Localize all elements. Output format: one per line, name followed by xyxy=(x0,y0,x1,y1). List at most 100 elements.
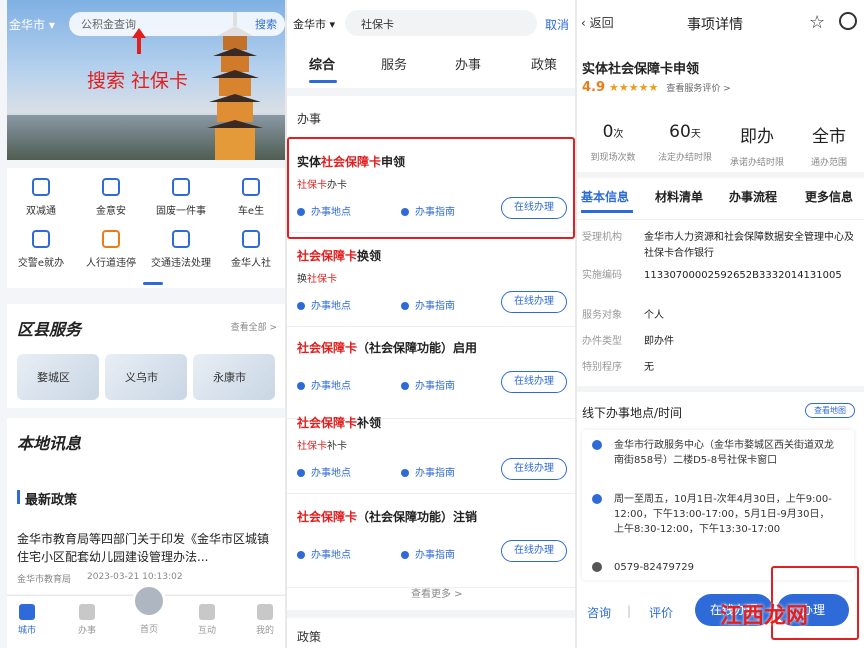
star-icon[interactable]: ☆ xyxy=(809,12,825,33)
location-link[interactable]: 办事地点 xyxy=(297,377,351,392)
service-icon xyxy=(32,230,50,248)
chat-icon xyxy=(199,604,215,620)
result-subtitle: 换社保卡 xyxy=(297,270,337,285)
tab-label: 我的 xyxy=(255,626,274,636)
city-label: 金华市 xyxy=(293,18,326,31)
tab-mine[interactable]: 我的 xyxy=(245,604,285,636)
search-placeholder: 公积金查询 xyxy=(81,18,136,31)
link-label: 办事地点 xyxy=(311,301,351,312)
location-link[interactable]: 办事地点 xyxy=(297,297,351,312)
news-source: 金华市教育局 xyxy=(17,575,72,585)
grid-item[interactable]: 交通违法处理 xyxy=(147,230,215,269)
grid-item[interactable]: 人行道违停 xyxy=(81,230,141,269)
result-title: 社会保障卡换领 xyxy=(297,247,381,264)
page-title: 事项详情 xyxy=(687,17,743,33)
grid-label: 交通违法处理 xyxy=(151,258,211,269)
service-icon xyxy=(172,178,190,196)
link-label: 办事指南 xyxy=(415,468,455,479)
stat-item: 60天 法定办结时限 xyxy=(649,122,721,163)
location-link[interactable]: 办事地点 xyxy=(297,546,351,561)
policy-title: 最新政策 xyxy=(25,493,78,508)
district-card[interactable]: 永康市 xyxy=(193,354,275,400)
online-handle-button[interactable]: 在线办理 xyxy=(501,540,567,562)
tab-service[interactable]: 服务 xyxy=(381,54,407,73)
grid-item[interactable]: 金华人社 xyxy=(221,230,281,269)
tab-materials[interactable]: 材料清单 xyxy=(655,188,703,205)
eval-link[interactable]: 查看服务评价 > xyxy=(666,84,730,94)
grid-label: 双减通 xyxy=(26,206,56,217)
back-button[interactable]: ‹ 返回 xyxy=(581,14,614,31)
red-arrow-icon xyxy=(132,28,146,54)
consult-button[interactable]: 咨询 xyxy=(587,604,611,621)
district-label: 永康市 xyxy=(213,371,246,384)
title-post: 补领 xyxy=(357,416,382,430)
tab-more[interactable]: 更多信息 xyxy=(805,188,853,205)
tab-handle[interactable]: 办事 xyxy=(455,54,481,73)
link-label: 办事地点 xyxy=(311,468,351,479)
stat-unit: 次 xyxy=(613,129,624,140)
home-icon[interactable] xyxy=(132,584,166,618)
share-icon[interactable] xyxy=(839,12,857,30)
top-bar: 金华市 ▾ 公积金查询 搜索 xyxy=(7,12,285,36)
tab-home[interactable]: 首页 xyxy=(129,622,169,635)
online-handle-button[interactable]: 在线办理 xyxy=(501,291,567,313)
guide-icon xyxy=(401,302,409,310)
spacer xyxy=(577,386,864,392)
tab-handle[interactable]: 办事 xyxy=(67,604,107,636)
city-selector[interactable]: 金华市 ▾ xyxy=(7,16,63,33)
stat-number: 全市 xyxy=(812,127,846,147)
location-link[interactable]: 办事地点 xyxy=(297,464,351,479)
result-title: 社会保障卡补领 xyxy=(297,414,381,431)
view-map-button[interactable]: 查看地图 xyxy=(805,403,855,418)
grid-item[interactable]: 双减通 xyxy=(11,178,71,217)
search-input[interactable]: 社保卡 xyxy=(345,10,537,36)
news-headline[interactable]: 金华市教育局等四部门关于印发《金华市区城镇住宅小区配套幼儿园建设管理办法... xyxy=(17,530,272,566)
title-highlight: 社会保障卡 xyxy=(297,249,358,263)
guide-icon xyxy=(401,382,409,390)
info-value: 11330700002592652B3332014131005 xyxy=(644,270,842,281)
tab-all[interactable]: 综合 xyxy=(309,54,335,73)
district-card[interactable]: 婺城区 xyxy=(17,354,99,400)
city-selector[interactable]: 金华市 ▾ xyxy=(293,16,335,32)
tab-basic[interactable]: 基本信息 xyxy=(581,188,629,205)
tab-underline xyxy=(581,210,633,213)
grid-item[interactable]: 金意安 xyxy=(81,178,141,217)
search-input[interactable]: 公积金查询 搜索 xyxy=(69,12,285,36)
grid-item[interactable]: 交警e就办 xyxy=(11,230,71,269)
subtitle-highlight: 社保卡 xyxy=(307,274,337,285)
grid-label: 金华人社 xyxy=(231,258,271,269)
tab-city[interactable]: 城市 xyxy=(7,604,47,636)
district-card[interactable]: 义乌市 xyxy=(105,354,187,400)
link-label: 办事指南 xyxy=(415,550,455,561)
subtitle-post: 补卡 xyxy=(327,441,347,452)
info-key: 特别程序 xyxy=(582,362,622,373)
cancel-button[interactable]: 取消 xyxy=(545,16,569,33)
online-handle-button[interactable]: 在线办理 xyxy=(501,371,567,393)
tab-process[interactable]: 办事流程 xyxy=(729,188,777,205)
result-item[interactable]: 社会保障卡换领 换社保卡 办事地点 办事指南 在线办理 xyxy=(287,235,575,327)
title-bar xyxy=(17,490,20,504)
result-item[interactable]: 社会保障卡补领 社保卡补卡 办事地点 办事指南 在线办理 xyxy=(287,402,575,494)
guide-link[interactable]: 办事指南 xyxy=(401,464,455,479)
link-label: 办事地点 xyxy=(311,381,351,392)
title-highlight: 社会保障卡 xyxy=(297,341,358,355)
view-all-link[interactable]: 查看全部 > xyxy=(231,320,277,333)
result-item[interactable]: 社会保障卡（社会保障功能）注销 办事地点 办事指南 在线办理 xyxy=(287,496,575,588)
info-key: 受理机构 xyxy=(582,232,622,243)
address-text: 金华市行政服务中心（金华市婺城区西关街道双龙南街858号）二楼D5-8号社保卡窗… xyxy=(614,440,834,466)
search-button[interactable]: 搜索 xyxy=(255,16,277,32)
evaluate-button[interactable]: 评价 xyxy=(649,604,673,621)
link-label: 办事指南 xyxy=(415,381,455,392)
grid-item[interactable]: 车e生 xyxy=(221,178,281,217)
tab-label: 互动 xyxy=(197,626,216,636)
see-more-link[interactable]: 查看更多 > xyxy=(411,585,463,600)
grid-item[interactable]: 固废一件事 xyxy=(151,178,211,217)
guide-link[interactable]: 办事指南 xyxy=(401,377,455,392)
tab-policy[interactable]: 政策 xyxy=(531,54,557,73)
info-value: 金华市人力资源和社会保障数据安全管理中心及社保卡合作银行 xyxy=(644,232,854,259)
tab-interact[interactable]: 互动 xyxy=(187,604,227,636)
guide-link[interactable]: 办事指南 xyxy=(401,546,455,561)
guide-link[interactable]: 办事指南 xyxy=(401,297,455,312)
online-handle-button[interactable]: 在线办理 xyxy=(501,458,567,480)
stat-item: 全市 通办范围 xyxy=(793,122,864,168)
